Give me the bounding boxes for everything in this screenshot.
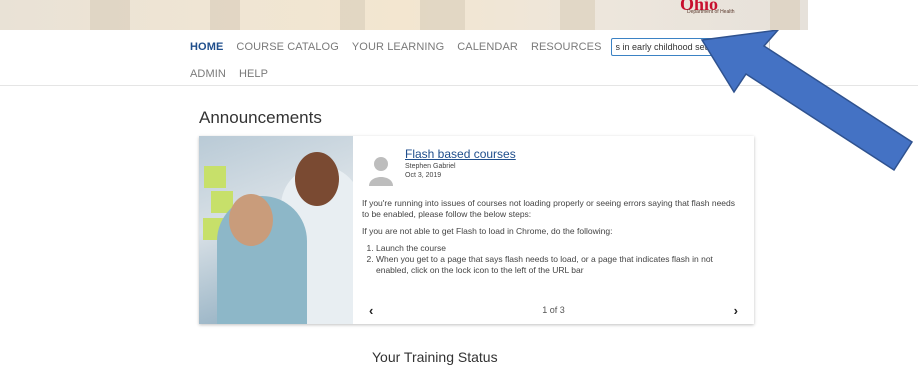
nav-your-learning[interactable]: YOUR LEARNING (352, 41, 444, 53)
announcement-title-link[interactable]: Flash based courses (405, 147, 516, 161)
chevron-right-icon[interactable]: › (734, 303, 738, 318)
nav-course-catalog[interactable]: COURSE CATALOG (236, 41, 338, 53)
announcement-paragraph-2: If you are not able to get Flash to load… (362, 226, 613, 236)
nav-row-2: ADMIN HELP (190, 63, 780, 85)
announcement-date: Oct 3, 2019 (405, 172, 442, 179)
logo-subtitle: Department of Health (687, 9, 735, 15)
announcement-author: Stephen Gabriel (405, 163, 456, 170)
main-nav: HOME COURSE CATALOG YOUR LEARNING CALEND… (190, 36, 780, 85)
nav-row-1: HOME COURSE CATALOG YOUR LEARNING CALEND… (190, 36, 780, 58)
training-status-heading: Your Training Status (372, 349, 498, 365)
announcement-pager: ‹ 1 of 3 › (353, 296, 754, 324)
announcement-image (199, 136, 353, 324)
nav-resources[interactable]: RESOURCES (531, 41, 602, 53)
announcement-card: Flash based courses Stephen Gabriel Oct … (199, 136, 754, 324)
nav-calendar[interactable]: CALENDAR (457, 41, 518, 53)
announcement-step: When you get to a page that says flash n… (376, 254, 742, 276)
nav-home[interactable]: HOME (190, 41, 223, 53)
pager-count: 1 of 3 (542, 305, 565, 315)
announcement-body: If you're running into issues of courses… (362, 198, 742, 276)
nav-admin[interactable]: ADMIN (190, 68, 226, 80)
announcement-paragraph-1: If you're running into issues of courses… (362, 198, 735, 219)
announcement-steps: Launch the course When you get to a page… (362, 243, 742, 276)
arrow-annotation (700, 30, 914, 172)
announcement-step: Launch the course (376, 243, 742, 254)
announcements-heading: Announcements (199, 108, 322, 127)
header-banner: Ohio Department of Health (0, 0, 808, 30)
avatar-placeholder-icon (369, 157, 393, 186)
nav-help[interactable]: HELP (239, 68, 268, 80)
text-fade (359, 276, 749, 294)
